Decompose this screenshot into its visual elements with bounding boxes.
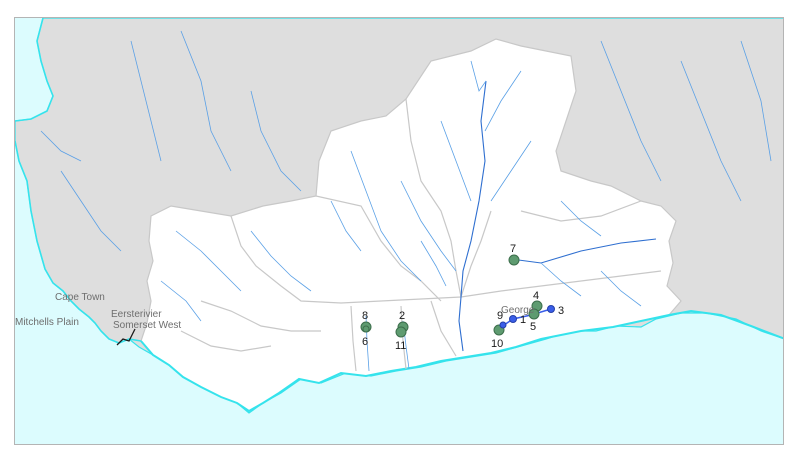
site-7-marker[interactable] [508,254,520,266]
town-label-cape-town: Cape Town [55,292,105,303]
map-canvas[interactable]: Cape Town Mitchells Plain Eersterivier S… [15,18,784,445]
site-label-7: 7 [510,243,516,255]
site-1-marker[interactable] [509,315,517,323]
site-label-3: 3 [558,305,564,317]
site-label-2: 2 [399,310,405,322]
site-label-8: 8 [362,310,368,322]
site-9-marker[interactable] [499,321,507,329]
site-label-10: 10 [491,338,503,350]
site-label-6: 6 [362,336,368,348]
town-label-eersterivier: Eersterivier [111,309,162,320]
site-label-4: 4 [533,290,539,302]
site-6-marker[interactable] [362,325,370,333]
site-label-11: 11 [395,340,406,352]
site-11-marker[interactable] [395,326,407,338]
town-label-george: George [501,305,535,316]
site-label-1: 1 [520,314,526,326]
site-label-5: 5 [530,321,536,333]
map-viewport[interactable]: Cape Town Mitchells Plain Eersterivier S… [14,17,784,445]
town-label-mitchells-plain: Mitchells Plain [15,317,79,328]
site-label-9: 9 [497,310,503,322]
site-3-marker[interactable] [547,305,555,313]
town-label-somerset-west: Somerset West [113,320,181,331]
